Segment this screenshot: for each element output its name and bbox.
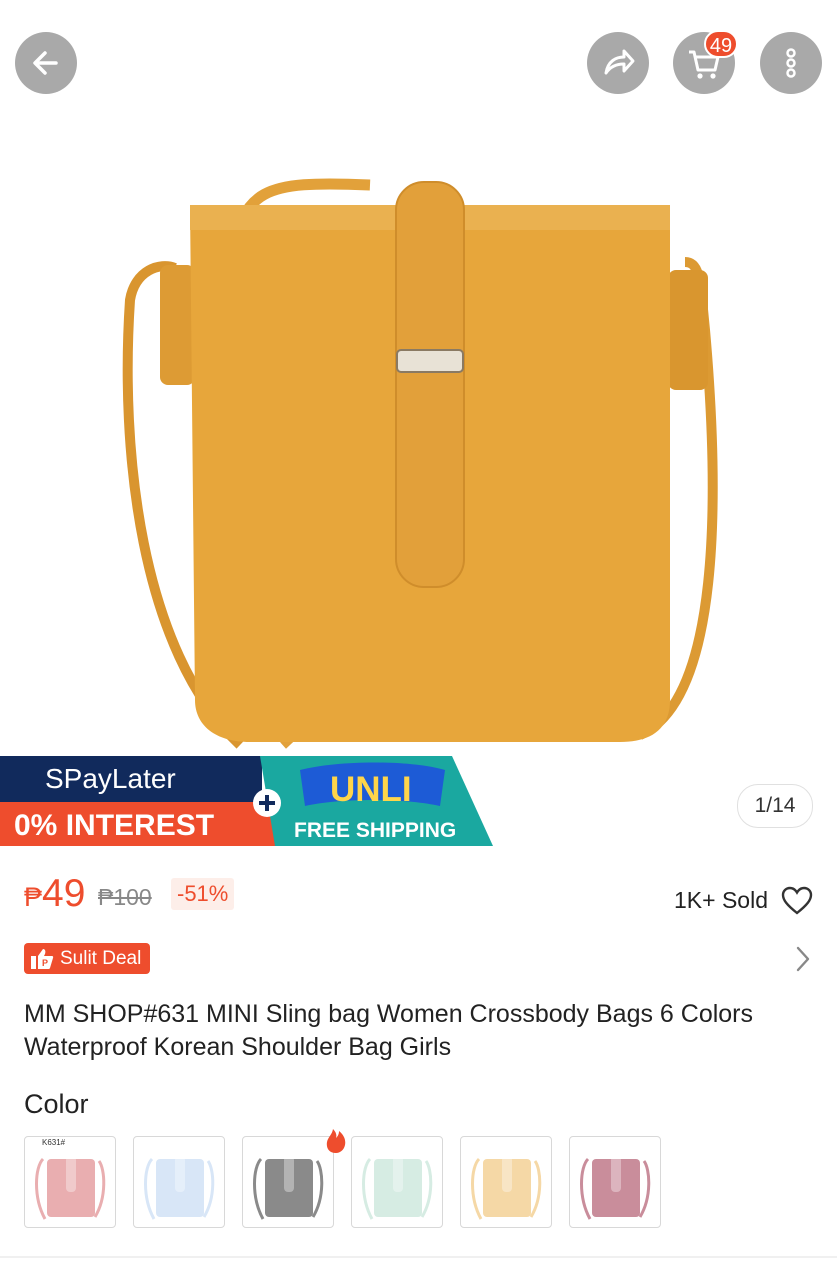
product-image[interactable] [0, 0, 837, 756]
more-button[interactable] [760, 32, 822, 94]
heart-icon[interactable] [781, 886, 813, 916]
current-price: ₱49 [24, 872, 85, 916]
color-label: Color [24, 1089, 89, 1119]
color-swatch[interactable] [460, 1136, 552, 1228]
discount-badge: -51% [171, 878, 235, 910]
thumbs-up-icon: P [31, 948, 54, 969]
price-value: 49 [42, 872, 86, 915]
spaylater-text: SPayLater [45, 763, 176, 794]
more-vertical-icon [786, 48, 796, 78]
interest-text: 0% INTEREST [14, 809, 214, 842]
swatch-bag-thumbnail [144, 1156, 215, 1220]
section-divider [0, 1256, 837, 1258]
unli-text: UNLI [330, 770, 412, 809]
color-swatch[interactable] [242, 1136, 334, 1228]
arrow-left-icon [33, 51, 58, 75]
sulit-deal-label: Sulit Deal [60, 947, 142, 969]
swatch-bag-thumbnail [253, 1156, 324, 1220]
sulit-deal-badge[interactable]: P Sulit Deal [24, 943, 151, 974]
swatch-bag-thumbnail [471, 1156, 542, 1220]
color-swatch[interactable] [24, 1136, 116, 1228]
product-title: MM SHOP#631 MINI Sling bag Women Crossbo… [24, 1000, 754, 1061]
swatch-tag: K631# [42, 1138, 66, 1147]
image-counter: 1/14 [737, 784, 813, 828]
share-button[interactable] [587, 32, 649, 94]
swatch-bag-thumbnail [362, 1156, 433, 1220]
currency-symbol: ₱ [24, 882, 43, 912]
promo-banner-graphic: SPayLater 0% INTEREST UNLI FREE SHIPPING [0, 756, 493, 846]
promo-banner[interactable]: SPayLater 0% INTEREST UNLI FREE SHIPPING [0, 756, 837, 846]
swatch-bag-thumbnail [35, 1156, 106, 1220]
svg-text:P: P [42, 958, 48, 968]
free-shipping-text: FREE SHIPPING [294, 819, 456, 842]
share-icon [604, 49, 635, 75]
original-price: ₱100 [98, 884, 152, 910]
cart-count-badge: 49 [704, 30, 738, 58]
color-swatch[interactable] [133, 1136, 225, 1228]
color-swatch[interactable] [569, 1136, 661, 1228]
chevron-right-icon[interactable] [793, 945, 813, 973]
flame-icon [326, 1129, 346, 1153]
swatch-bag-thumbnail [580, 1156, 651, 1220]
color-swatch[interactable] [351, 1136, 443, 1228]
sold-count: 1K+ Sold [674, 887, 768, 913]
back-button[interactable] [15, 32, 77, 94]
